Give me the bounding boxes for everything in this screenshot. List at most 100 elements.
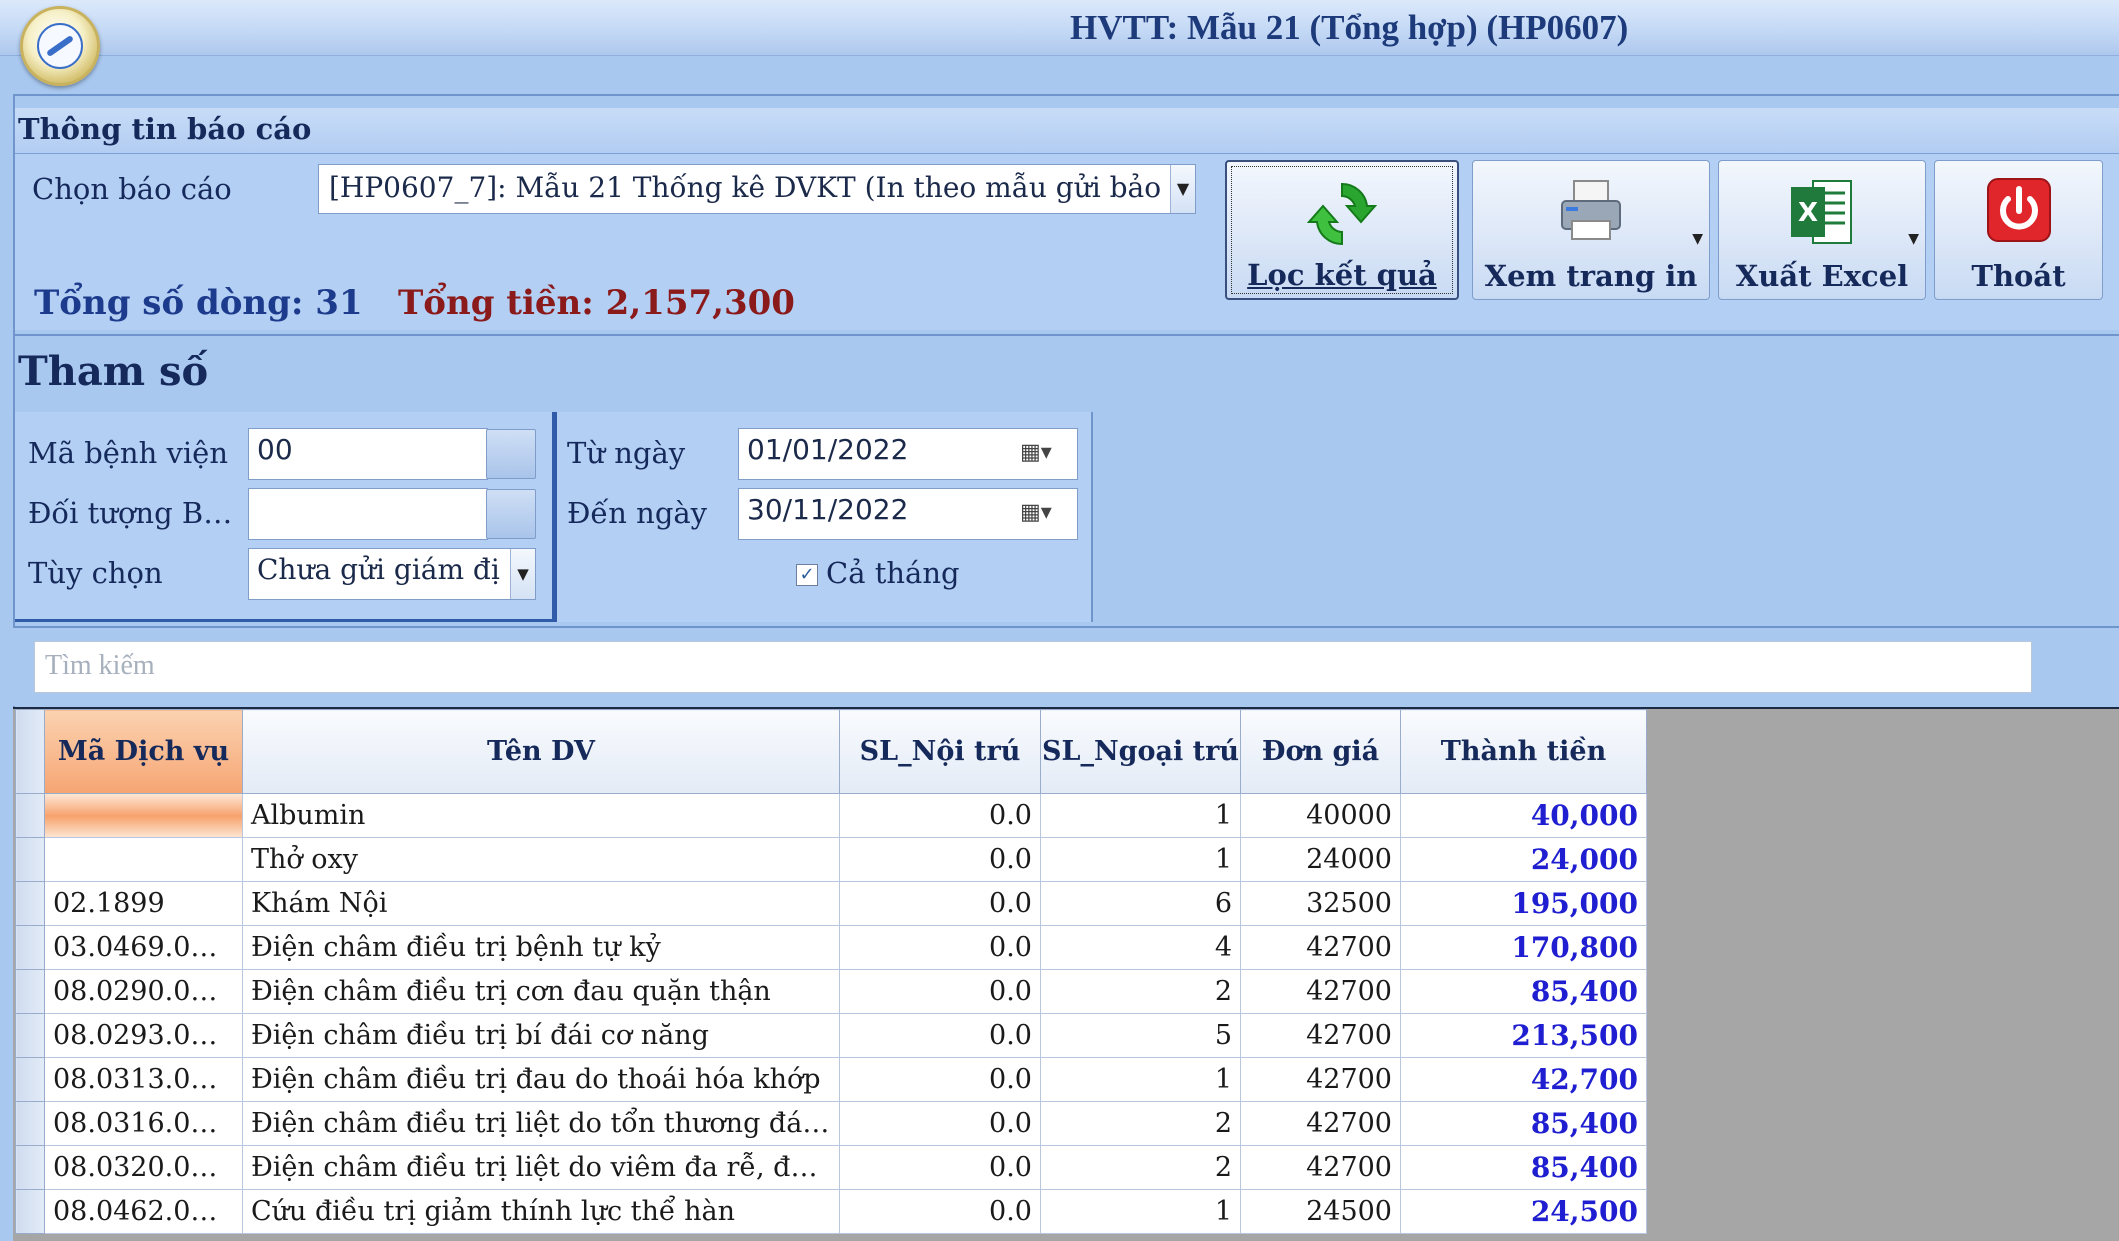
app-logo-icon[interactable] [20, 6, 100, 86]
cell-service-name[interactable]: Điện châm điều trị liệt do viêm đa rễ, đ… [242, 1145, 840, 1190]
cell-service-code[interactable]: 03.0469.0230 [44, 925, 243, 970]
report-select-dropdown-button[interactable]: ▼ [1170, 165, 1195, 213]
cell-service-code[interactable] [44, 793, 243, 838]
cell-amount[interactable]: 40,000 [1400, 793, 1647, 838]
table-row[interactable]: 08.0290.0230 Điện châm điều trị cơn đau q… [15, 969, 1647, 1014]
patient-type-input[interactable] [248, 488, 488, 540]
table-row[interactable]: Thở oxy 0.0 1 24000 24,000 [15, 837, 1647, 882]
cell-service-name[interactable]: Thở oxy [242, 837, 840, 882]
whole-month-checkbox[interactable]: ✓ [796, 564, 818, 586]
cell-amount[interactable]: 85,400 [1400, 1145, 1647, 1190]
cell-unit-price[interactable]: 42700 [1240, 969, 1401, 1014]
row-indicator-header[interactable] [15, 709, 45, 794]
report-select[interactable]: [HP0607_7]: Mẫu 21 Thống kê DVKT (In the… [318, 164, 1196, 214]
cell-service-code[interactable] [44, 837, 243, 882]
cell-inpatient-qty[interactable]: 0.0 [839, 1189, 1041, 1234]
column-header-outpatient-qty[interactable]: SL_Ngoại trú [1040, 709, 1241, 794]
row-indicator[interactable] [15, 1013, 45, 1058]
table-row[interactable]: 08.0313.0230 Điện châm điều trị đau do th… [15, 1057, 1647, 1102]
cell-inpatient-qty[interactable]: 0.0 [839, 1101, 1041, 1146]
cell-inpatient-qty[interactable]: 0.0 [839, 925, 1041, 970]
row-indicator[interactable] [15, 793, 45, 838]
cell-unit-price[interactable]: 42700 [1240, 1013, 1401, 1058]
row-indicator[interactable] [15, 1189, 45, 1234]
cell-outpatient-qty[interactable]: 6 [1040, 881, 1241, 926]
table-row[interactable]: 08.0462.0228 Cứu điều trị giảm thính lực … [15, 1189, 1647, 1234]
column-header-unit-price[interactable]: Đơn giá [1240, 709, 1401, 794]
row-indicator[interactable] [15, 1101, 45, 1146]
option-dropdown-button[interactable]: ▼ [510, 549, 535, 599]
to-date-calendar-icon[interactable]: ▦▾ [1020, 500, 1052, 525]
cell-service-name[interactable]: Điện châm điều trị bí đái cơ năng [242, 1013, 840, 1058]
cell-unit-price[interactable]: 42700 [1240, 1101, 1401, 1146]
cell-service-code[interactable]: 08.0290.0230 [44, 969, 243, 1014]
cell-amount[interactable]: 24,500 [1400, 1189, 1647, 1234]
filter-results-button[interactable]: Lọc kết quả [1225, 160, 1459, 300]
table-row[interactable]: 08.0320.0230 Điện châm điều trị liệt do v… [15, 1145, 1647, 1190]
cell-inpatient-qty[interactable]: 0.0 [839, 1013, 1041, 1058]
cell-outpatient-qty[interactable]: 2 [1040, 969, 1241, 1014]
cell-inpatient-qty[interactable]: 0.0 [839, 1145, 1041, 1190]
row-indicator[interactable] [15, 1057, 45, 1102]
cell-service-code[interactable]: 08.0313.0230 [44, 1057, 243, 1102]
cell-outpatient-qty[interactable]: 1 [1040, 1189, 1241, 1234]
cell-unit-price[interactable]: 24000 [1240, 837, 1401, 882]
cell-inpatient-qty[interactable]: 0.0 [839, 1057, 1041, 1102]
row-indicator[interactable] [15, 837, 45, 882]
table-row[interactable]: 02.1899 Khám Nội 0.0 6 32500 195,000 [15, 881, 1647, 926]
from-date-calendar-icon[interactable]: ▦▾ [1020, 440, 1052, 465]
excel-dropdown-arrow-icon[interactable]: ▼ [1908, 231, 1919, 247]
cell-outpatient-qty[interactable]: 5 [1040, 1013, 1241, 1058]
cell-unit-price[interactable]: 42700 [1240, 925, 1401, 970]
cell-outpatient-qty[interactable]: 1 [1040, 837, 1241, 882]
cell-unit-price[interactable]: 32500 [1240, 881, 1401, 926]
table-row[interactable]: 08.0316.0230 Điện châm điều trị liệt do t… [15, 1101, 1647, 1146]
cell-service-code[interactable]: 08.0462.0228 [44, 1189, 243, 1234]
cell-inpatient-qty[interactable]: 0.0 [839, 881, 1041, 926]
option-select[interactable]: Chưa gửi giám đị [248, 548, 536, 600]
cell-amount[interactable]: 213,500 [1400, 1013, 1647, 1058]
cell-service-name[interactable]: Điện châm điều trị cơn đau quặn thận [242, 969, 840, 1014]
cell-amount[interactable]: 195,000 [1400, 881, 1647, 926]
cell-unit-price[interactable]: 42700 [1240, 1057, 1401, 1102]
cell-inpatient-qty[interactable]: 0.0 [839, 837, 1041, 882]
search-input[interactable]: Tìm kiếm [34, 641, 2032, 693]
cell-service-name[interactable]: Điện châm điều trị liệt do tổn thương đá… [242, 1101, 840, 1146]
cell-service-code[interactable]: 08.0316.0230 [44, 1101, 243, 1146]
row-indicator[interactable] [15, 925, 45, 970]
exit-button[interactable]: Thoát [1934, 160, 2103, 300]
cell-amount[interactable]: 85,400 [1400, 969, 1647, 1014]
cell-unit-price[interactable]: 40000 [1240, 793, 1401, 838]
cell-service-code[interactable]: 02.1899 [44, 881, 243, 926]
cell-outpatient-qty[interactable]: 2 [1040, 1145, 1241, 1190]
column-header-service-name[interactable]: Tên DV [242, 709, 840, 794]
cell-service-name[interactable]: Cứu điều trị giảm thính lực thể hàn [242, 1189, 840, 1234]
table-row[interactable]: Albumin 0.0 1 40000 40,000 [15, 793, 1647, 838]
export-excel-button[interactable]: X ▼ Xuất Excel [1718, 160, 1926, 300]
print-dropdown-arrow-icon[interactable]: ▼ [1692, 231, 1703, 247]
cell-service-name[interactable]: Khám Nội [242, 881, 840, 926]
row-indicator[interactable] [15, 881, 45, 926]
cell-service-name[interactable]: Điện châm điều trị bệnh tự kỷ [242, 925, 840, 970]
services-grid[interactable]: Mã Dịch vụ Tên DV SL_Nội trú SL_Ngoại tr… [15, 709, 1647, 1234]
patient-type-lookup-button[interactable] [486, 489, 536, 539]
cell-service-name[interactable]: Albumin [242, 793, 840, 838]
cell-service-name[interactable]: Điện châm điều trị đau do thoái hóa khớp [242, 1057, 840, 1102]
cell-amount[interactable]: 170,800 [1400, 925, 1647, 970]
hospital-code-lookup-button[interactable] [486, 429, 536, 479]
cell-amount[interactable]: 85,400 [1400, 1101, 1647, 1146]
cell-outpatient-qty[interactable]: 1 [1040, 793, 1241, 838]
column-header-service-code[interactable]: Mã Dịch vụ [44, 709, 243, 794]
row-indicator[interactable] [15, 969, 45, 1014]
cell-inpatient-qty[interactable]: 0.0 [839, 969, 1041, 1014]
cell-unit-price[interactable]: 24500 [1240, 1189, 1401, 1234]
row-indicator[interactable] [15, 1145, 45, 1190]
cell-amount[interactable]: 42,700 [1400, 1057, 1647, 1102]
hospital-code-input[interactable]: 00 [248, 428, 488, 480]
column-header-amount[interactable]: Thành tiền [1400, 709, 1647, 794]
cell-outpatient-qty[interactable]: 2 [1040, 1101, 1241, 1146]
cell-service-code[interactable]: 08.0293.0230 [44, 1013, 243, 1058]
cell-unit-price[interactable]: 42700 [1240, 1145, 1401, 1190]
table-row[interactable]: 03.0469.0230 Điện châm điều trị bệnh tự k… [15, 925, 1647, 970]
cell-service-code[interactable]: 08.0320.0230 [44, 1145, 243, 1190]
